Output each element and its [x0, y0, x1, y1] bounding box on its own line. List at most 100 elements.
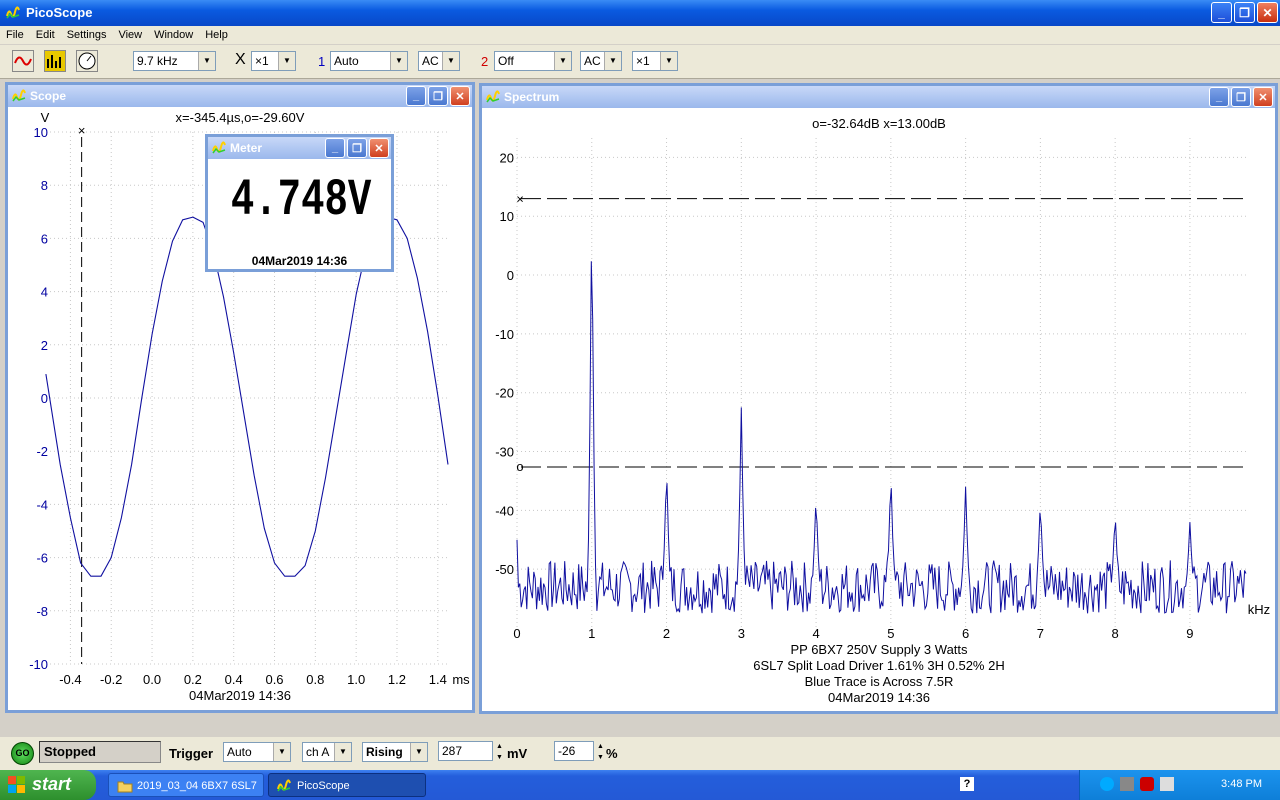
- y-tick-label: -10: [495, 327, 514, 342]
- menu-edit[interactable]: Edit: [30, 29, 61, 41]
- spectrum-view-button[interactable]: [44, 50, 66, 72]
- start-button[interactable]: start: [0, 770, 96, 800]
- scope-readout: x=-345.4µs,o=-29.60V: [176, 110, 305, 125]
- y-tick-label: 20: [500, 150, 514, 165]
- app-titlebar: PicoScope _ ❐ ✕: [0, 0, 1280, 26]
- x-multiplier-select[interactable]: ×1 ▼: [251, 51, 296, 71]
- trigger-level-spinner[interactable]: ▲ ▼: [494, 741, 505, 763]
- trigger-label: Trigger: [169, 746, 214, 761]
- y-unit-label: V: [41, 110, 50, 125]
- scope-icon: [14, 56, 32, 66]
- go-button[interactable]: GO: [11, 742, 34, 765]
- chevron-down-icon: ▼: [198, 52, 215, 70]
- y-tick-label: 6: [41, 231, 48, 246]
- tray-volume-icon[interactable]: [1160, 777, 1174, 791]
- tray-security-icon[interactable]: [1140, 777, 1154, 791]
- trigger-mode-select[interactable]: Auto ▼: [223, 742, 291, 762]
- chevron-down-icon: ▼: [390, 52, 407, 70]
- y-tick-label: 2: [41, 338, 48, 353]
- x-tick-label: 4: [812, 626, 819, 641]
- trigger-edge-select[interactable]: Rising ▼: [362, 742, 428, 762]
- x-tick-label: 0.2: [184, 672, 202, 687]
- picoscope-icon: [212, 141, 226, 154]
- spectrum-maximize-button[interactable]: ❐: [1231, 87, 1251, 107]
- x-tick-label: 1.4: [429, 672, 447, 687]
- chevron-down-icon: ▼: [278, 52, 295, 70]
- system-tray: ? 3:48 PM: [960, 770, 1280, 800]
- trigger-level-input[interactable]: 287: [438, 741, 493, 761]
- scope-view-button[interactable]: [12, 50, 34, 72]
- menu-view[interactable]: View: [112, 29, 148, 41]
- meter-window: Meter _ ❐ ✕ 4.748V 04Mar2019 14:36: [205, 134, 394, 272]
- meter-minimize-button[interactable]: _: [325, 138, 345, 158]
- y-tick-label: -20: [495, 386, 514, 401]
- channel-b-label: 2: [481, 54, 489, 69]
- picoscope-icon: [6, 6, 20, 19]
- tray-network-icon[interactable]: [1100, 777, 1114, 791]
- y-tick-label: 10: [500, 209, 514, 224]
- picoscope-icon: [12, 89, 26, 102]
- menu-help[interactable]: Help: [199, 29, 234, 41]
- x-unit-label: ms: [452, 672, 470, 687]
- channel-a-coupling-select[interactable]: AC ▼: [418, 51, 460, 71]
- chevron-down-icon: ▼: [604, 52, 621, 70]
- taskbar-item-folder[interactable]: 2019_03_04 6BX7 6SL7: [108, 773, 264, 797]
- spectrum-window: Spectrum _ ❐ ✕ o=-32.64dB x=13.00dB kHz 20 10…: [479, 83, 1278, 714]
- cursor-o-marker: o: [516, 459, 523, 474]
- spectrum-close-button[interactable]: ✕: [1253, 87, 1273, 107]
- x-tick-label: 1.2: [388, 672, 406, 687]
- spectrum-titlebar: Spectrum _ ❐ ✕: [482, 86, 1275, 108]
- meter-maximize-button[interactable]: ❐: [347, 138, 367, 158]
- meter-close-button[interactable]: ✕: [369, 138, 389, 158]
- channel-a-label: 1: [318, 54, 326, 69]
- pretrigger-unit: %: [606, 746, 618, 761]
- y-tick-label: -4: [36, 497, 48, 512]
- meter-view-button[interactable]: [76, 50, 98, 72]
- channel-b-multiplier-select[interactable]: ×1 ▼: [632, 51, 678, 71]
- x-tick-label: -0.2: [100, 672, 122, 687]
- clock: 3:48 PM: [1221, 778, 1262, 790]
- spectrum-readout: o=-32.64dB x=13.00dB: [812, 116, 946, 131]
- spectrum-minimize-button[interactable]: _: [1209, 87, 1229, 107]
- chevron-down-icon: ▼: [410, 743, 427, 761]
- chevron-down-icon: ▼: [334, 743, 351, 761]
- meter-icon: [78, 52, 96, 70]
- taskbar-item-picoscope[interactable]: PicoScope: [268, 773, 426, 797]
- trigger-channel-select[interactable]: ch A ▼: [302, 742, 352, 762]
- meter-value: 4.748V: [230, 171, 372, 230]
- x-tick-label: -0.4: [59, 672, 81, 687]
- scope-close-button[interactable]: ✕: [450, 86, 470, 106]
- scope-maximize-button[interactable]: ❐: [428, 86, 448, 106]
- x-tick-label: 2: [663, 626, 670, 641]
- windows-logo-icon: [8, 776, 25, 793]
- scope-timestamp: 04Mar2019 14:36: [189, 688, 291, 703]
- x-tick-label: 0.6: [265, 672, 283, 687]
- taskbar: start 2019_03_04 6BX7 6SL7 PicoScope ? 3…: [0, 770, 1280, 800]
- maximize-button[interactable]: ❐: [1234, 2, 1255, 23]
- channel-b-coupling-select[interactable]: AC ▼: [580, 51, 622, 71]
- chevron-down-icon: ▼: [442, 52, 459, 70]
- spectrum-plot[interactable]: o=-32.64dB x=13.00dBkHz20100-10-20-30-40…: [482, 108, 1275, 711]
- tray-device-icon[interactable]: [1120, 777, 1134, 791]
- x-tick-label: 0.0: [143, 672, 161, 687]
- menu-file[interactable]: File: [0, 29, 30, 41]
- minimize-button[interactable]: _: [1211, 2, 1232, 23]
- y-tick-label: -50: [495, 562, 514, 577]
- scope-minimize-button[interactable]: _: [406, 86, 426, 106]
- pretrigger-input[interactable]: -26: [554, 741, 594, 761]
- y-tick-label: 8: [41, 178, 48, 193]
- help-icon[interactable]: ?: [960, 777, 974, 791]
- timebase-select[interactable]: 9.7 kHz ▼: [133, 51, 216, 71]
- status-bar: GO Stopped Trigger Auto ▼ ch A ▼ Rising ▼ 2…: [0, 737, 1280, 770]
- scope-titlebar: Scope _ ❐ ✕: [8, 85, 472, 107]
- scope-title: Scope: [30, 89, 67, 103]
- channel-b-range-select[interactable]: Off ▼: [494, 51, 572, 71]
- close-button[interactable]: ✕: [1257, 2, 1278, 23]
- menu-settings[interactable]: Settings: [61, 29, 113, 41]
- meter-timestamp: 04Mar2019 14:36: [251, 254, 348, 268]
- spectrum-annotation-line: 6SL7 Split Load Driver 1.61% 3H 0.52% 2H: [753, 658, 1004, 673]
- pretrigger-spinner[interactable]: ▲ ▼: [595, 741, 606, 763]
- cursor-marker: ×: [78, 123, 86, 138]
- channel-a-range-select[interactable]: Auto ▼: [330, 51, 408, 71]
- menu-window[interactable]: Window: [148, 29, 199, 41]
